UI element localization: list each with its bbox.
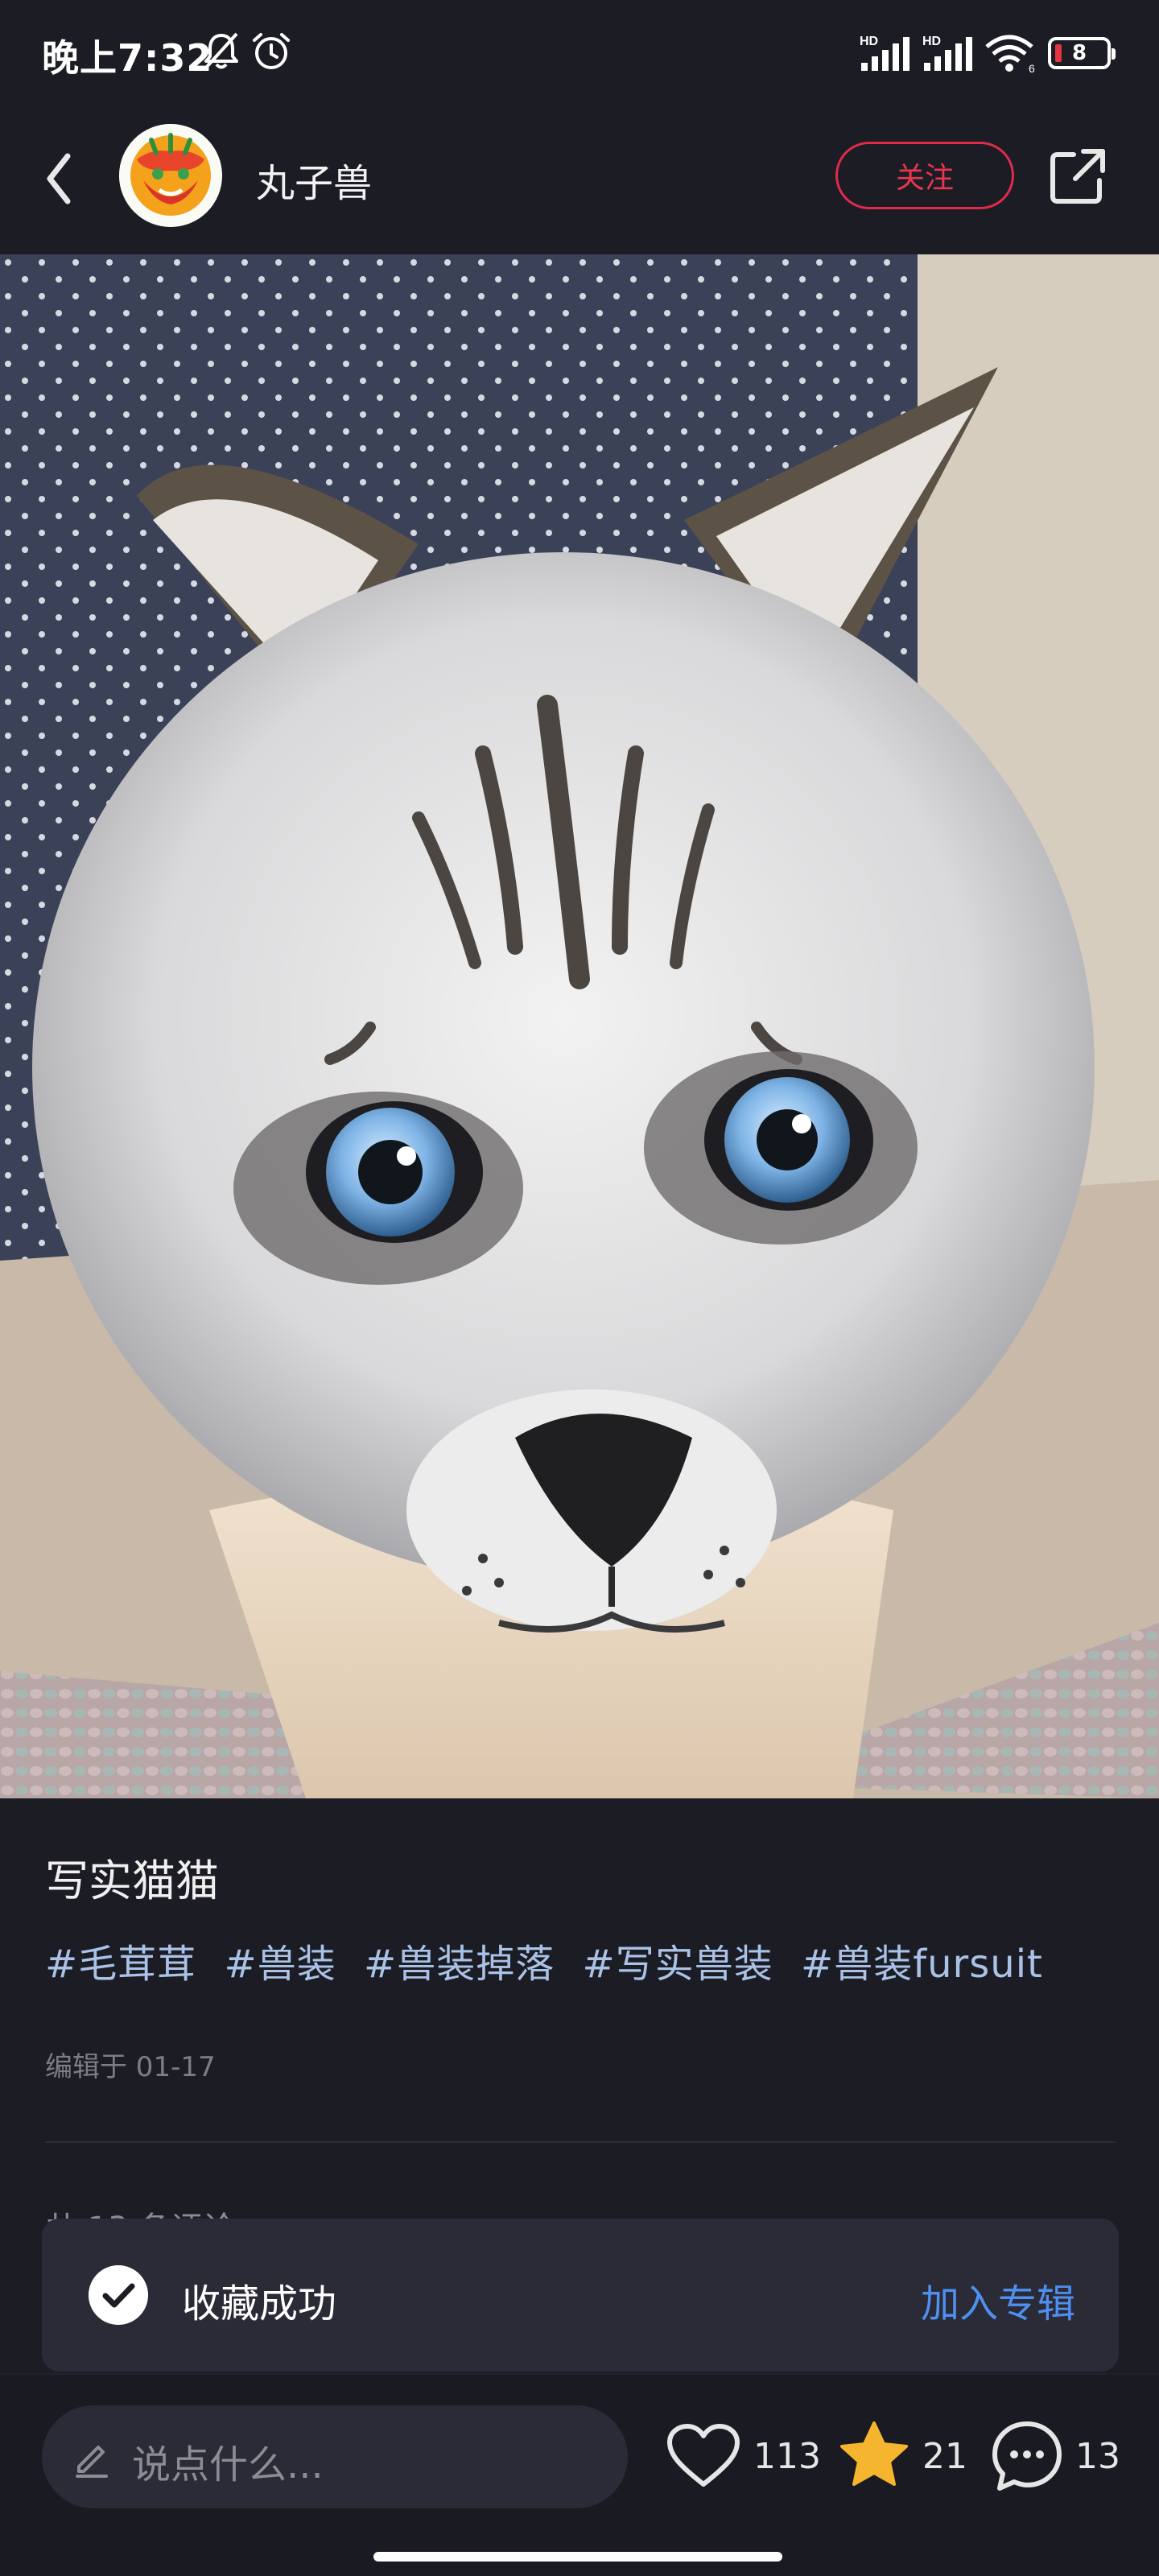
share-external-icon[interactable] <box>1046 143 1111 208</box>
follow-button[interactable]: 关注 <box>835 142 1014 209</box>
favorite-button[interactable]: 21 <box>837 2409 967 2504</box>
avatar-dragon-emblem <box>119 124 222 227</box>
status-time: 晚上7:32 <box>42 36 213 80</box>
favorite-success-toast: 收藏成功 加入专辑 <box>42 2219 1119 2372</box>
like-button[interactable]: 113 <box>665 2409 821 2504</box>
wifi-icon: 6 <box>985 35 1035 74</box>
status-right-group: HD HD 6 8 <box>858 31 1116 76</box>
home-indicator[interactable] <box>373 2552 782 2562</box>
comment-input[interactable]: 说点什么... <box>42 2405 628 2508</box>
hd-signal-icon: HD <box>922 35 972 71</box>
post-photo[interactable] <box>0 254 1159 1798</box>
add-to-album-button[interactable]: 加入专辑 <box>921 2272 1075 2328</box>
tag-link[interactable]: #毛茸茸 <box>45 1942 196 1987</box>
battery-indicator: 8 <box>1048 37 1116 69</box>
comment-placeholder: 说点什么... <box>132 2442 324 2487</box>
star-icon <box>840 2421 908 2486</box>
heart-icon <box>667 2424 740 2487</box>
bottom-action-bar: 说点什么... 113 21 13 <box>0 2373 1159 2576</box>
hd-signal-icon: HD <box>860 35 909 71</box>
comment-count: 13 <box>1075 2435 1120 2477</box>
battery-low-fill <box>1055 44 1062 62</box>
svg-text:HD: HD <box>860 35 878 48</box>
comment-button[interactable]: 13 <box>990 2409 1120 2504</box>
post-header: 丸子兽 关注 <box>0 106 1159 253</box>
post-tags: #毛茸茸 #兽装 #兽装掉落 #写实兽装 #兽装fursuit <box>45 1932 1043 1988</box>
tag-link[interactable]: #兽装 <box>225 1942 336 1987</box>
svg-text:HD: HD <box>922 35 941 48</box>
comment-bubble-icon <box>992 2421 1062 2491</box>
check-circle-icon <box>89 2265 148 2325</box>
tag-link[interactable]: #写实兽装 <box>583 1942 773 1987</box>
bell-off-icon <box>204 32 238 69</box>
tag-link[interactable]: #兽装掉落 <box>364 1942 555 1987</box>
favorite-count: 21 <box>922 2435 967 2477</box>
tag-link[interactable]: #兽装fursuit <box>801 1942 1043 1987</box>
alarm-icon <box>253 33 290 69</box>
chevron-left-icon[interactable] <box>35 147 84 211</box>
battery-level: 8 <box>1071 41 1087 65</box>
section-divider <box>45 2141 1116 2143</box>
like-count: 113 <box>753 2435 821 2477</box>
edit-timestamp: 编辑于 01-17 <box>45 2051 216 2083</box>
status-bar: 晚上7:32 HD HD 6 8 <box>0 0 1159 106</box>
cat-fursuit-head-image <box>0 254 1159 1798</box>
username[interactable]: 丸子兽 <box>256 151 372 208</box>
post-title: 写实猫猫 <box>45 1856 219 1906</box>
toast-message: 收藏成功 <box>182 2281 337 2326</box>
pencil-icon <box>76 2446 108 2478</box>
avatar[interactable] <box>119 124 222 227</box>
svg-text:6: 6 <box>1029 62 1035 74</box>
